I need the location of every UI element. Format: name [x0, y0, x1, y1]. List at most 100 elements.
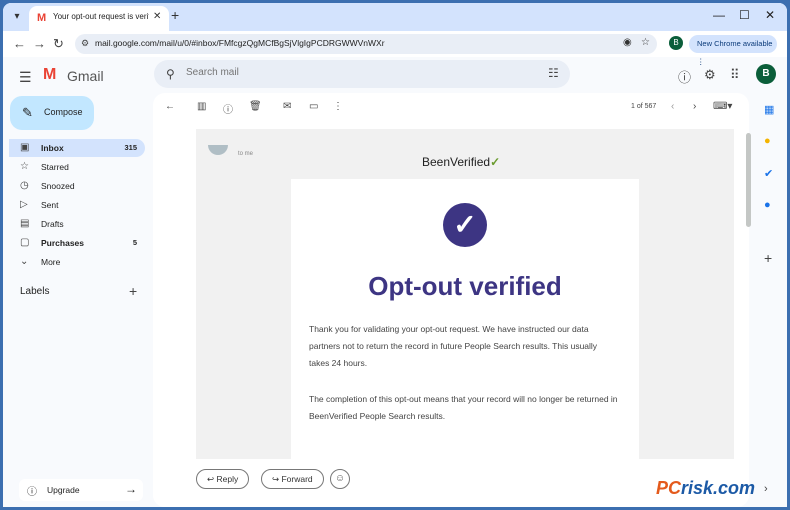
- new-chrome-label: New Chrome available: [697, 39, 773, 48]
- email-card: ✓ Opt-out verified Thank you for validat…: [291, 179, 639, 469]
- upgrade-label: Upgrade: [47, 485, 80, 495]
- report-spam-icon[interactable]: ⓘ: [223, 101, 233, 116]
- eye-icon[interactable]: ◉: [623, 37, 632, 48]
- forward-icon[interactable]: →: [33, 36, 46, 51]
- input-tools-icon[interactable]: ⌨▾: [713, 101, 732, 112]
- sidebar-item-label: More: [41, 257, 61, 267]
- email-paragraph-2: The completion of this opt-out means tha…: [309, 394, 618, 421]
- maximize-icon[interactable]: ☐: [739, 8, 750, 22]
- tag-icon: ▢: [20, 237, 30, 248]
- move-to-icon[interactable]: ▭: [309, 101, 318, 112]
- compose-button[interactable]: ✎ Compose: [10, 96, 94, 130]
- sidebar-item-label: Inbox: [41, 143, 64, 153]
- more-options-icon[interactable]: ⋮: [333, 101, 343, 112]
- newer-chevron-icon[interactable]: ‹: [671, 101, 674, 112]
- back-to-inbox-icon[interactable]: ←: [165, 101, 175, 112]
- draft-icon: ▤: [20, 218, 30, 229]
- sidebar-item-starred[interactable]: ☆ Starred: [9, 158, 145, 176]
- forward-label: Forward: [281, 474, 313, 484]
- add-label-icon[interactable]: +: [129, 283, 137, 299]
- sidebar-item-label: Sent: [41, 200, 59, 210]
- reload-icon[interactable]: ↻: [53, 36, 64, 52]
- message-scrollbar[interactable]: [746, 133, 751, 227]
- tab-strip: ▾ M Your opt-out request is verified ✕ +…: [3, 3, 787, 31]
- send-icon: ▷: [20, 199, 28, 210]
- sidebar-item-more[interactable]: ⌄ More: [9, 253, 145, 271]
- watermark-part1: PC: [656, 478, 682, 498]
- emoji-reaction-icon[interactable]: ☺: [330, 469, 350, 489]
- tab-close-icon[interactable]: ✕: [153, 11, 161, 22]
- older-chevron-icon[interactable]: ›: [693, 101, 696, 112]
- keep-icon[interactable]: ●: [764, 135, 771, 147]
- browser-toolbar: ← → ↻ ⚙ mail.google.com/mail/u/0/#inbox/…: [3, 31, 787, 66]
- upgrade-button[interactable]: ⓘ Upgrade →: [19, 479, 143, 501]
- tab-list-chevron-icon[interactable]: ▾: [9, 9, 25, 25]
- tab-title: Your opt-out request is verified: [53, 12, 149, 21]
- get-addons-icon[interactable]: +: [764, 250, 772, 266]
- compose-label: Compose: [44, 107, 83, 117]
- sidebar-item-label: Starred: [41, 162, 69, 172]
- sidebar-item-count: 5: [132, 238, 137, 247]
- tasks-icon[interactable]: ✔: [764, 167, 773, 180]
- browser-window: ▾ M Your opt-out request is verified ✕ +…: [3, 3, 787, 507]
- account-avatar[interactable]: B: [756, 64, 776, 84]
- browser-profile-avatar[interactable]: B: [669, 36, 683, 50]
- message-panel: ← ▥ ⓘ 🗑 ✉ ▭ ⋮ 1 of 567 ‹ › ⌨▾ to me Been…: [153, 93, 749, 507]
- site-info-icon[interactable]: ⚙: [81, 38, 89, 49]
- archive-icon[interactable]: ▥: [197, 101, 206, 112]
- sidebar-item-inbox[interactable]: ▣ Inbox 315: [9, 139, 145, 157]
- sidebar-item-sent[interactable]: ▷ Sent: [9, 196, 145, 214]
- help-icon[interactable]: ⓘ: [678, 67, 691, 86]
- app-name: Gmail: [67, 68, 104, 84]
- main-menu-icon[interactable]: ☰: [19, 69, 32, 86]
- delete-icon[interactable]: 🗑: [249, 101, 262, 112]
- new-tab-icon[interactable]: +: [171, 7, 179, 23]
- settings-gear-icon[interactable]: ⚙: [704, 67, 716, 83]
- sidebar-item-count: 315: [124, 143, 137, 152]
- chevron-down-icon: ⌄: [20, 256, 29, 267]
- watermark: PCrisk.com: [656, 478, 755, 499]
- window-close-icon[interactable]: ✕: [765, 8, 775, 22]
- new-chrome-button[interactable]: New Chrome available ⋮: [689, 35, 777, 66]
- beenverified-logo: BeenVerified✓: [422, 155, 501, 169]
- mark-unread-icon[interactable]: ✉: [283, 101, 291, 112]
- gmail-favicon-icon: M: [37, 12, 47, 24]
- search-bar[interactable]: ⚲ ☷: [154, 60, 570, 88]
- sidebar-item-label: Snoozed: [41, 181, 75, 191]
- arrow-right-icon: →: [125, 482, 137, 496]
- labels-heading: Labels: [20, 286, 50, 297]
- search-options-icon[interactable]: ☷: [548, 66, 559, 80]
- sidebar-item-snoozed[interactable]: ◷ Snoozed: [9, 177, 145, 195]
- sidebar-item-purchases[interactable]: ▢ Purchases 5: [9, 234, 145, 252]
- calendar-icon[interactable]: ▦: [764, 103, 774, 116]
- search-icon[interactable]: ⚲: [166, 67, 175, 81]
- gmail-logo-icon[interactable]: M: [43, 66, 56, 84]
- email-paragraph-1: Thank you for validating your opt-out re…: [309, 324, 598, 368]
- clock-icon: ◷: [20, 180, 29, 191]
- sidebar-item-label: Purchases: [41, 238, 84, 248]
- reply-button[interactable]: ↩ Reply: [196, 469, 250, 489]
- pencil-icon: ✎: [22, 105, 33, 120]
- sidebar-item-label: Drafts: [41, 219, 64, 229]
- minimize-icon[interactable]: —: [713, 8, 725, 22]
- inbox-icon: ▣: [20, 142, 30, 153]
- email-body: to me BeenVerified✓ ✓ Opt-out verified T…: [196, 129, 734, 469]
- star-icon: ☆: [20, 161, 29, 172]
- contacts-icon[interactable]: ●: [764, 199, 771, 211]
- address-bar[interactable]: ⚙ mail.google.com/mail/u/0/#inbox/FMfcgz…: [75, 34, 657, 54]
- url-text: mail.google.com/mail/u/0/#inbox/FMfcgzQg…: [95, 38, 385, 48]
- bookmark-star-icon[interactable]: ☆: [641, 37, 650, 48]
- recipient-text: to me: [238, 151, 254, 157]
- sidebar-item-drafts[interactable]: ▤ Drafts: [9, 215, 145, 233]
- watermark-part2: risk.com: [681, 478, 756, 498]
- expand-panel-chevron-icon[interactable]: ›: [764, 483, 768, 495]
- reply-label: Reply: [216, 474, 239, 484]
- browser-tab[interactable]: M Your opt-out request is verified ✕: [29, 6, 169, 31]
- checkmark-icon: ✓: [443, 203, 487, 247]
- email-heading: Opt-out verified: [368, 271, 562, 301]
- apps-grid-icon[interactable]: ⠿: [730, 67, 740, 83]
- back-icon[interactable]: ←: [13, 36, 26, 51]
- forward-button[interactable]: ↪ Forward: [261, 469, 324, 489]
- sender-avatar[interactable]: [208, 145, 228, 155]
- search-input[interactable]: [186, 67, 516, 78]
